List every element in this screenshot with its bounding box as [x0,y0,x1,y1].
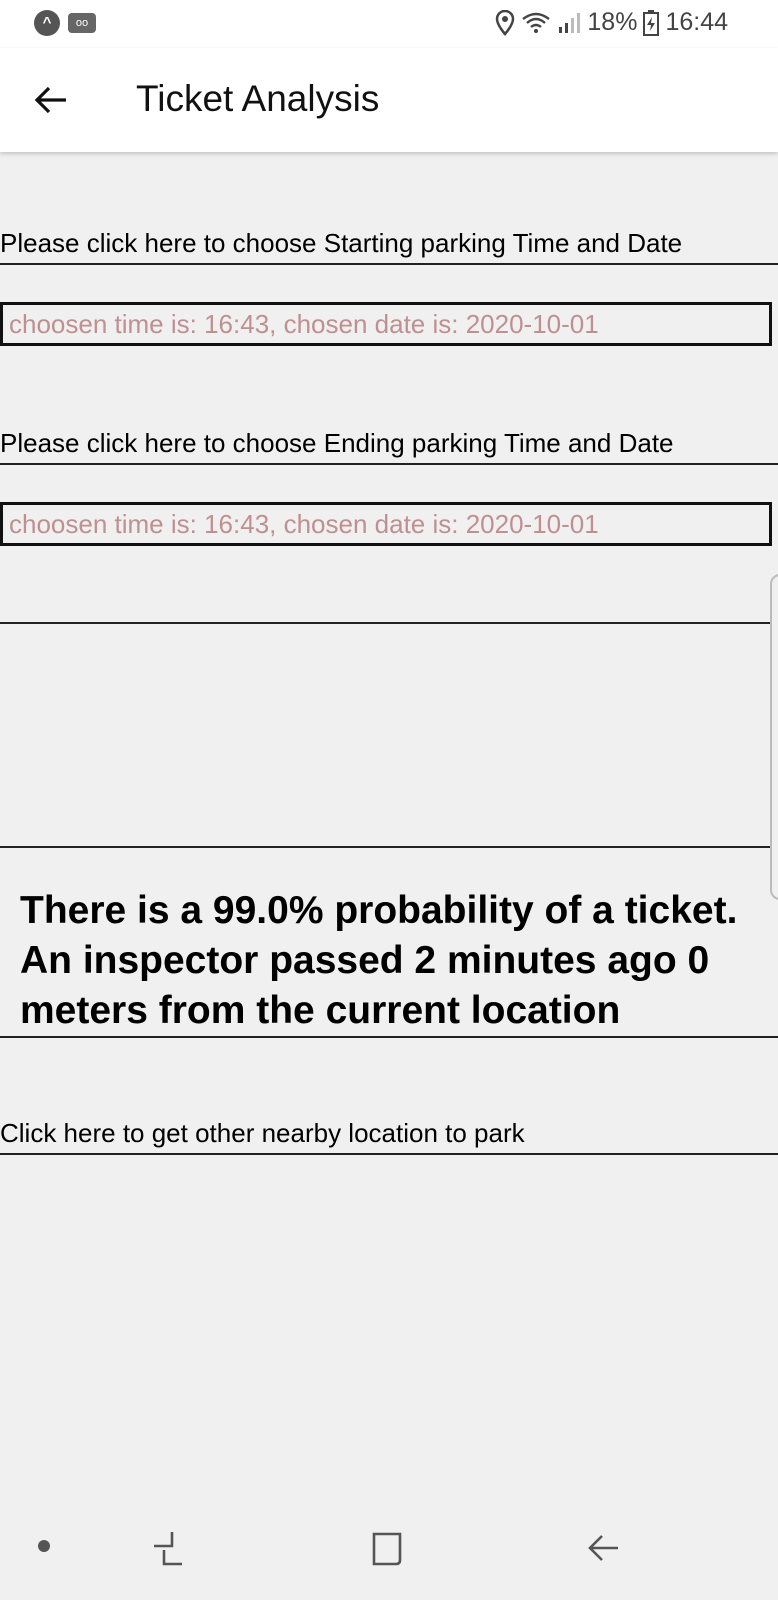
back-button[interactable] [26,78,76,122]
status-right: 18% 16:44 [495,8,728,37]
status-bar: ^ oo 18% 16:44 [0,0,778,48]
divider [0,622,778,624]
location-icon [496,9,515,36]
status-left-icons: ^ oo [34,10,96,36]
app-bar: Ticket Analysis [0,48,778,152]
back-icon[interactable] [586,1528,622,1568]
divider [0,1036,778,1038]
battery-percent: 18% [587,8,638,36]
recent-apps-icon[interactable] [150,1528,186,1568]
home-icon[interactable] [370,1528,406,1568]
signal-icon [559,12,581,33]
nearby-location-link[interactable]: Click here to get other nearby location … [0,1118,778,1155]
battery-charging-icon [643,9,660,36]
voicemail-icon: oo [68,13,96,33]
page-title: Ticket Analysis [136,78,380,119]
wifi-icon [522,12,551,33]
start-time-link[interactable]: Please click here to choose Starting par… [0,228,778,265]
arrow-left-icon [34,86,66,114]
end-time-link[interactable]: Please click here to choose Ending parki… [0,428,778,465]
ticket-probability-result: There is a 99.0% probability of a ticket… [20,889,738,1032]
side-scroll-handle[interactable] [770,574,778,900]
start-chosen-field: choosen time is: 16:43, chosen date is: … [0,302,772,346]
divider [0,846,778,848]
system-nav-bar [0,1500,778,1600]
app-notification-icon: ^ [34,10,60,36]
clock: 16:44 [665,8,728,36]
dot-icon [36,1538,52,1554]
end-chosen-field: choosen time is: 16:43, chosen date is: … [0,502,772,546]
